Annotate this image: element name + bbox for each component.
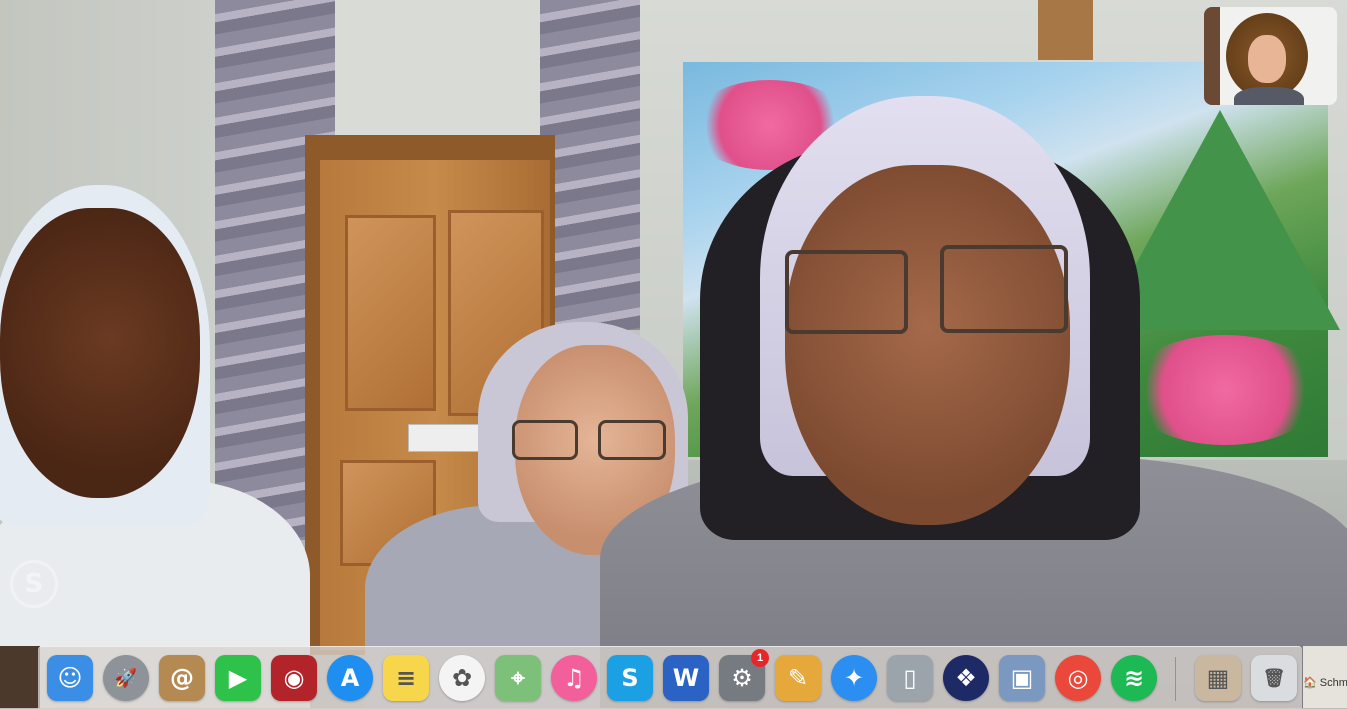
painting-blossoms	[1125, 335, 1325, 445]
face	[0, 208, 200, 498]
app-store-icon[interactable]: A	[327, 655, 373, 701]
ceiling-beam	[1038, 0, 1093, 60]
image-stack-icon[interactable]: ▦	[1195, 655, 1241, 701]
self-view-face	[1248, 35, 1286, 83]
finder-window-title: 🏠 Schme	[1303, 677, 1347, 689]
dropbox-icon[interactable]: ❖	[943, 655, 989, 701]
dock-item-glyph: ☺	[57, 664, 83, 692]
gear-icon[interactable]: ⚙ 1	[719, 649, 769, 701]
maps-icon[interactable]: ⌖	[495, 655, 541, 701]
dock-item-glyph: ▦	[1206, 664, 1230, 692]
desktop-background	[0, 646, 40, 708]
notification-badge: 1	[751, 649, 769, 667]
glasses	[940, 245, 1068, 333]
word-icon[interactable]: W	[663, 655, 709, 701]
notes-icon[interactable]: ≡	[383, 655, 429, 701]
dock-item-glyph: A	[340, 664, 360, 692]
self-view-body	[1234, 87, 1304, 105]
door-sign	[408, 424, 480, 452]
dock-item-glyph: ▣	[1010, 664, 1034, 692]
dock-item-glyph: ♫	[563, 664, 585, 692]
dock-item-glyph: @	[170, 664, 194, 692]
dock-item-glyph: ❖	[955, 664, 977, 692]
phone-icon[interactable]: ▯	[887, 655, 933, 701]
dock-item-glyph: 🚀	[114, 667, 138, 689]
dock-item-glyph: ⌖	[511, 664, 525, 692]
rocket-icon[interactable]: 🚀	[103, 655, 149, 701]
spotify-icon[interactable]: ≋	[1111, 655, 1157, 701]
music-note-icon[interactable]: ♫	[551, 655, 597, 701]
dock-item-glyph: S	[621, 664, 639, 692]
dock-item-glyph: ▯	[903, 664, 917, 692]
curtain	[540, 0, 640, 330]
compass-icon[interactable]: ✦	[831, 655, 877, 701]
folder-icon: 🏠	[1303, 677, 1320, 689]
dock-item-glyph: ✦	[843, 664, 865, 692]
skype-watermark-icon: S	[10, 560, 58, 608]
wall	[330, 0, 560, 140]
dock-item-glyph: W	[672, 664, 700, 692]
paint-bucket-icon[interactable]: ✎	[775, 655, 821, 701]
contacts-icon[interactable]: @	[159, 655, 205, 701]
door-panel	[345, 215, 436, 411]
dock-item-glyph: ▶	[228, 664, 248, 692]
glasses	[598, 420, 666, 460]
dock-item-glyph: ≋	[1123, 664, 1145, 692]
skype-icon[interactable]: S	[607, 655, 653, 701]
glasses	[512, 420, 578, 460]
photo-booth-icon[interactable]: ◉	[271, 655, 317, 701]
remote-video-feed: S	[0, 0, 1347, 708]
photos-icon[interactable]: ✿	[439, 655, 485, 701]
dock-separator	[1175, 657, 1176, 701]
dock-item-glyph: ◉	[283, 664, 305, 692]
face	[785, 165, 1070, 525]
video-camera-icon[interactable]: ▶	[215, 655, 261, 701]
dock-item-glyph: ✎	[787, 664, 809, 692]
dock-item-glyph: ✿	[451, 664, 473, 692]
self-view-video[interactable]	[1204, 7, 1337, 105]
finder-icon[interactable]: ☺	[47, 655, 93, 701]
dock-item-glyph: 🗑	[1262, 667, 1286, 689]
dock-item-glyph: ≡	[395, 664, 417, 692]
dock-item-glyph: ⚙	[731, 664, 753, 692]
chrome-icon[interactable]: ◎	[1055, 655, 1101, 701]
dock-item-glyph: ◎	[1067, 664, 1089, 692]
glasses	[785, 250, 908, 334]
dock: ☺ 🚀 @ ▶ ◉ A ≡ ✿ ⌖ ♫ S W ⚙ 1 ✎ ✦ ▯ ❖ ▣ ◎ ≋ ▦ 🗑	[38, 646, 1302, 709]
preview-icon[interactable]: ▣	[999, 655, 1045, 701]
trash-icon[interactable]: 🗑	[1251, 655, 1297, 701]
